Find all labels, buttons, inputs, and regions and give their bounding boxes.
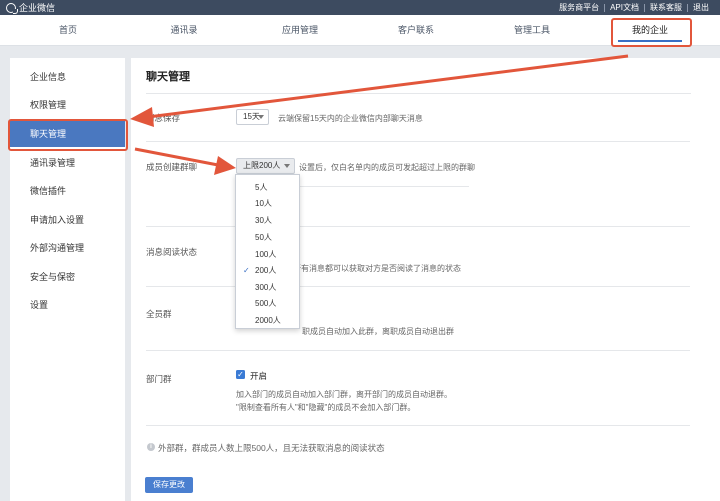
top-bar: 企业微信 服务商平台 API文档 联系客服 退出 bbox=[0, 0, 720, 15]
option-label: 5人 bbox=[255, 183, 268, 192]
top-link-support[interactable]: 联系客服 bbox=[645, 2, 687, 13]
nav-tab-label: 应用管理 bbox=[281, 25, 318, 35]
sidebar-item-permissions[interactable]: 权限管理 bbox=[10, 92, 125, 118]
option-label: 2000人 bbox=[255, 316, 281, 325]
nav-tab-home[interactable]: 首页 bbox=[20, 15, 116, 46]
nav-tab-customer[interactable]: 客户联系 bbox=[368, 15, 464, 46]
option-label: 500人 bbox=[255, 299, 277, 308]
dept-group-desc-line2: "限制查看所有人"和"隐藏"的成员不会加入部门群。 bbox=[236, 403, 416, 412]
divider bbox=[299, 186, 469, 187]
dropdown-option-300[interactable]: 300人 bbox=[236, 280, 299, 296]
top-link-provider[interactable]: 服务商平台 bbox=[554, 2, 604, 13]
msg-save-select[interactable]: 15天 bbox=[236, 109, 269, 125]
group-limit-label: 成员创建群聊 bbox=[146, 162, 198, 172]
app-logo[interactable]: 企业微信 bbox=[6, 2, 56, 14]
dept-group-checkbox[interactable]: ✓ bbox=[236, 370, 245, 379]
dropdown-option-30[interactable]: 30人 bbox=[236, 213, 299, 229]
group-limit-hint: 设置后，仅白名单内的成员可发起超过上限的群聊 bbox=[299, 163, 475, 172]
divider bbox=[146, 226, 690, 227]
all-group-hint: 职成员自动加入此群，离职成员自动退出群 bbox=[302, 327, 454, 336]
external-group-note: 外部群，群成员人数上限500人，且无法获取消息的阅读状态 bbox=[158, 443, 385, 453]
info-icon: i bbox=[147, 443, 155, 451]
group-limit-dropdown: 5人 10人 30人 50人 100人 ✓ 200人 300人 500人 2000… bbox=[235, 174, 300, 329]
sidebar-item-external-communication[interactable]: 外部沟通管理 bbox=[10, 235, 125, 261]
sidebar-item-company-info[interactable]: 企业信息 bbox=[10, 64, 125, 90]
nav-tab-label: 首页 bbox=[58, 25, 77, 35]
option-label: 300人 bbox=[255, 283, 277, 292]
divider bbox=[146, 350, 690, 351]
chevron-down-icon bbox=[258, 115, 264, 119]
group-limit-select[interactable]: 上限200人 bbox=[236, 158, 295, 174]
all-group-label: 全员群 bbox=[146, 309, 172, 319]
check-icon: ✓ bbox=[243, 266, 250, 275]
chevron-down-icon bbox=[284, 164, 290, 168]
dropdown-option-10[interactable]: 10人 bbox=[236, 196, 299, 212]
nav-tab-contacts[interactable]: 通讯录 bbox=[136, 15, 232, 46]
highlight-box-my-company bbox=[611, 18, 692, 47]
save-changes-button[interactable]: 保存更改 bbox=[145, 477, 193, 493]
nav-tab-label: 客户联系 bbox=[397, 25, 434, 35]
sidebar-item-settings[interactable]: 设置 bbox=[10, 292, 125, 318]
dropdown-option-100[interactable]: 100人 bbox=[236, 247, 299, 263]
dropdown-option-5[interactable]: 5人 bbox=[236, 180, 299, 196]
main-panel: 聊天管理 bbox=[131, 58, 720, 501]
option-label: 10人 bbox=[255, 199, 272, 208]
top-link-api-docs[interactable]: API文档 bbox=[605, 2, 644, 13]
dept-group-desc-line1: 加入部门的成员自动加入部门群，离开部门的成员自动退群。 bbox=[236, 390, 452, 399]
divider bbox=[146, 425, 690, 426]
dropdown-option-50[interactable]: 50人 bbox=[236, 230, 299, 246]
group-limit-value: 上限200人 bbox=[243, 161, 281, 170]
app-name: 企业微信 bbox=[19, 3, 56, 13]
nav-tab-apps[interactable]: 应用管理 bbox=[252, 15, 348, 46]
msg-save-label: 消息保存 bbox=[146, 113, 181, 123]
dept-group-label: 部门群 bbox=[146, 374, 172, 384]
nav-tab-label: 通讯录 bbox=[170, 25, 198, 35]
sidebar-item-wechat-plugin[interactable]: 微信插件 bbox=[10, 178, 125, 204]
nav-tab-tools[interactable]: 管理工具 bbox=[484, 15, 580, 46]
option-label: 200人 bbox=[255, 266, 277, 275]
sidebar-item-security[interactable]: 安全与保密 bbox=[10, 264, 125, 290]
option-label: 50人 bbox=[255, 233, 272, 242]
option-label: 100人 bbox=[255, 250, 277, 259]
top-links: 服务商平台 API文档 联系客服 退出 bbox=[554, 2, 714, 13]
top-link-logout[interactable]: 退出 bbox=[688, 2, 714, 13]
dropdown-option-200[interactable]: ✓ 200人 bbox=[236, 263, 299, 279]
read-status-label: 消息阅读状态 bbox=[146, 247, 198, 257]
checkmark-icon: ✓ bbox=[237, 370, 244, 379]
dropdown-option-500[interactable]: 500人 bbox=[236, 296, 299, 312]
option-label: 30人 bbox=[255, 216, 272, 225]
divider bbox=[146, 141, 690, 142]
divider bbox=[146, 93, 691, 94]
msg-save-hint: 云端保留15天内的企业微信内部聊天消息 bbox=[278, 114, 423, 123]
nav-tab-label: 管理工具 bbox=[513, 25, 550, 35]
page-title: 聊天管理 bbox=[146, 71, 190, 83]
sidebar-item-contacts-management[interactable]: 通讯录管理 bbox=[10, 150, 125, 176]
divider bbox=[146, 286, 690, 287]
wecom-logo-icon bbox=[6, 2, 18, 14]
highlight-box-chat-management bbox=[8, 119, 128, 151]
dept-group-checkbox-label[interactable]: 开启 bbox=[250, 370, 267, 382]
dropdown-option-2000[interactable]: 2000人 bbox=[236, 313, 299, 329]
sidebar-item-join-settings[interactable]: 申请加入设置 bbox=[10, 207, 125, 233]
read-status-hint: 的所有消息都可以获取对方是否阅读了消息的状态 bbox=[285, 264, 461, 273]
